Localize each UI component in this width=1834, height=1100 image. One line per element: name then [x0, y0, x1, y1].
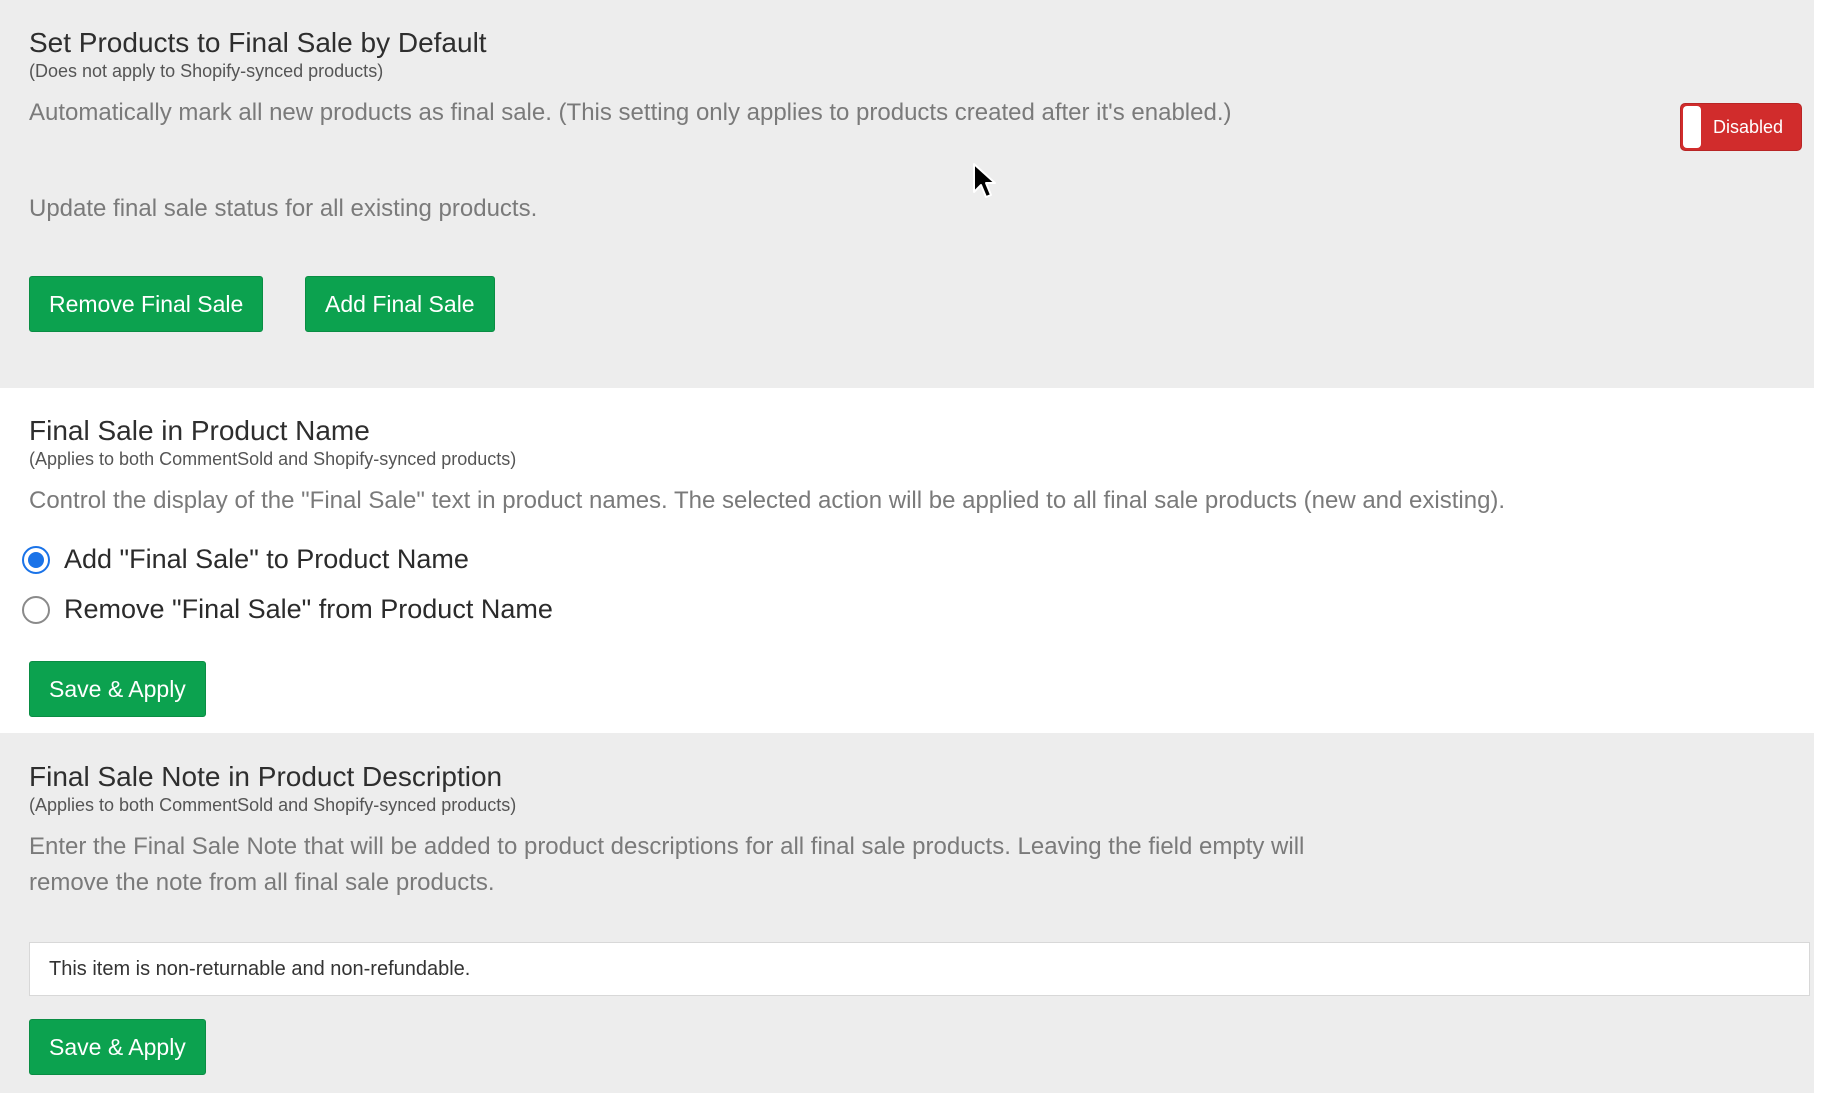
product-name-title: Final Sale in Product Name [29, 415, 370, 446]
save-apply-note-button[interactable]: Save & Apply [29, 1019, 206, 1075]
save-apply-name-button[interactable]: Save & Apply [29, 661, 206, 717]
default-final-sale-title: Set Products to Final Sale by Default [29, 27, 487, 58]
product-name-description: Control the display of the "Final Sale" … [29, 487, 1506, 514]
radio-label-remove: Remove "Final Sale" from Product Name [64, 594, 553, 624]
final-sale-note-input[interactable] [29, 942, 1810, 996]
product-name-subtitle: (Applies to both CommentSold and Shopify… [29, 449, 517, 469]
product-description-text-line2: remove the note from all final sale prod… [29, 869, 495, 896]
toggle-label: Disabled [1713, 117, 1784, 137]
radio-button-unchecked[interactable] [22, 595, 50, 624]
final-sale-default-toggle[interactable]: Disabled [1680, 103, 1802, 151]
update-existing-text: Update final sale status for all existin… [29, 195, 538, 222]
radio-label-add: Add "Final Sale" to Product Name [64, 544, 469, 574]
product-description-title: Final Sale Note in Product Description [29, 761, 503, 792]
radio-button-checked[interactable] [22, 545, 50, 574]
product-description-text-line1: Enter the Final Sale Note that will be a… [29, 833, 1305, 860]
default-final-sale-subtitle: (Does not apply to Shopify-synced produc… [29, 61, 384, 81]
product-description-subtitle: (Applies to both CommentSold and Shopify… [29, 795, 517, 815]
radio-add-final-sale[interactable]: Add "Final Sale" to Product Name [22, 544, 469, 575]
toggle-knob [1683, 106, 1701, 148]
add-final-sale-button[interactable]: Add Final Sale [305, 276, 495, 332]
default-final-sale-description: Automatically mark all new products as f… [29, 99, 1232, 126]
remove-final-sale-button[interactable]: Remove Final Sale [29, 276, 264, 332]
mouse-pointer-icon [973, 163, 996, 198]
radio-remove-final-sale[interactable]: Remove "Final Sale" from Product Name [22, 594, 553, 625]
